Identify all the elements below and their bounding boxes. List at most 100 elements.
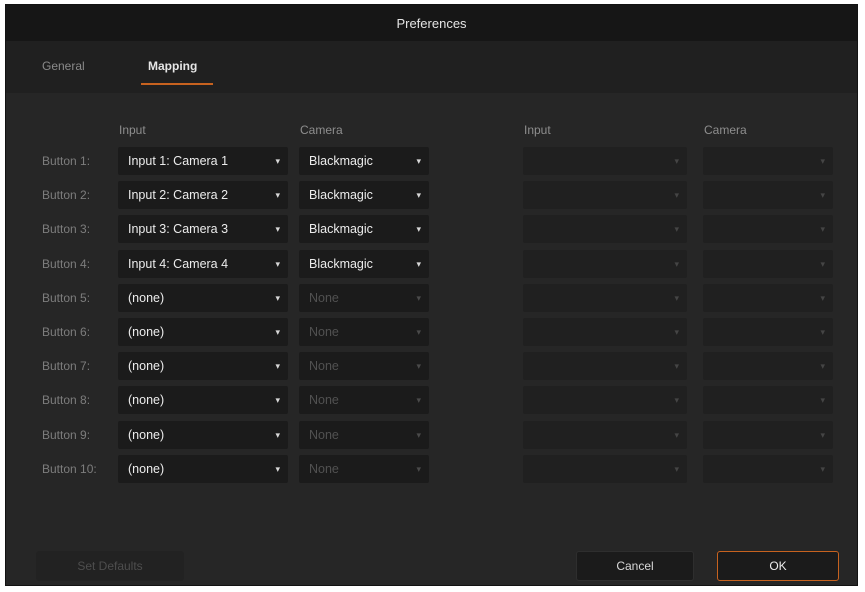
camera-select: None ▾ [299, 386, 429, 414]
input-select-empty: ▾ [523, 181, 687, 209]
row-label: Button 10: [42, 462, 97, 476]
column-header-camera-left: Camera [300, 123, 343, 137]
chevron-down-icon: ▾ [820, 395, 825, 405]
input-select-value: Input 4: Camera 4 [128, 257, 229, 271]
chevron-down-icon: ▾ [820, 156, 825, 166]
camera-select-value: None [309, 291, 339, 305]
chevron-down-icon: ▾ [416, 190, 421, 200]
row-label: Button 7: [42, 359, 91, 373]
chevron-down-icon: ▾ [820, 464, 825, 474]
input-select-value: (none) [128, 428, 165, 442]
chevron-down-icon: ▾ [820, 293, 825, 303]
input-select[interactable]: (none) ▾ [118, 352, 288, 380]
active-tab-indicator [141, 83, 213, 85]
input-select-empty: ▾ [523, 455, 687, 483]
input-select[interactable]: Input 1: Camera 1 ▾ [118, 147, 288, 175]
camera-select-empty: ▾ [703, 250, 833, 278]
camera-select: None ▾ [299, 284, 429, 312]
chevron-down-icon: ▾ [275, 464, 280, 474]
row-label: Button 1: [42, 154, 91, 168]
chevron-down-icon: ▾ [416, 327, 421, 337]
chevron-down-icon: ▾ [416, 293, 421, 303]
input-select-empty: ▾ [523, 421, 687, 449]
camera-select[interactable]: Blackmagic ▾ [299, 181, 429, 209]
cancel-button[interactable]: Cancel [576, 551, 694, 581]
input-select-empty: ▾ [523, 250, 687, 278]
input-select[interactable]: Input 2: Camera 2 ▾ [118, 181, 288, 209]
chevron-down-icon: ▾ [674, 464, 679, 474]
input-select-empty: ▾ [523, 386, 687, 414]
chevron-down-icon: ▾ [820, 361, 825, 371]
input-select-value: Input 2: Camera 2 [128, 188, 229, 202]
camera-select-empty: ▾ [703, 352, 833, 380]
chevron-down-icon: ▾ [820, 259, 825, 269]
input-select-value: (none) [128, 393, 165, 407]
camera-select-empty: ▾ [703, 386, 833, 414]
tab-general[interactable]: General [42, 59, 85, 73]
input-select-value: Input 1: Camera 1 [128, 154, 229, 168]
chevron-down-icon: ▾ [275, 190, 280, 200]
camera-select-empty: ▾ [703, 455, 833, 483]
camera-select[interactable]: Blackmagic ▾ [299, 147, 429, 175]
input-select-empty: ▾ [523, 284, 687, 312]
camera-select[interactable]: Blackmagic ▾ [299, 250, 429, 278]
camera-select-empty: ▾ [703, 181, 833, 209]
input-select-value: (none) [128, 462, 165, 476]
camera-select-empty: ▾ [703, 421, 833, 449]
column-header-camera-right: Camera [704, 123, 747, 137]
input-select[interactable]: (none) ▾ [118, 284, 288, 312]
input-select-empty: ▾ [523, 318, 687, 346]
input-select[interactable]: Input 3: Camera 3 ▾ [118, 215, 288, 243]
camera-select-value: Blackmagic [309, 257, 373, 271]
row-label: Button 5: [42, 291, 91, 305]
chevron-down-icon: ▾ [275, 293, 280, 303]
chevron-down-icon: ▾ [674, 293, 679, 303]
chevron-down-icon: ▾ [416, 224, 421, 234]
input-select-empty: ▾ [523, 147, 687, 175]
input-select-empty: ▾ [523, 352, 687, 380]
camera-select-value: Blackmagic [309, 188, 373, 202]
input-select-value: (none) [128, 359, 165, 373]
chevron-down-icon: ▾ [275, 224, 280, 234]
chevron-down-icon: ▾ [820, 430, 825, 440]
set-defaults-button[interactable]: Set Defaults [36, 551, 184, 581]
input-select[interactable]: (none) ▾ [118, 421, 288, 449]
chevron-down-icon: ▾ [275, 395, 280, 405]
camera-select-value: None [309, 462, 339, 476]
input-select-empty: ▾ [523, 215, 687, 243]
chevron-down-icon: ▾ [674, 190, 679, 200]
camera-select: None ▾ [299, 455, 429, 483]
ok-button[interactable]: OK [717, 551, 839, 581]
chevron-down-icon: ▾ [674, 224, 679, 234]
row-label: Button 9: [42, 428, 91, 442]
camera-select: None ▾ [299, 421, 429, 449]
camera-select-value: None [309, 393, 339, 407]
chevron-down-icon: ▾ [275, 327, 280, 337]
chevron-down-icon: ▾ [674, 395, 679, 405]
input-select[interactable]: (none) ▾ [118, 455, 288, 483]
chevron-down-icon: ▾ [416, 361, 421, 371]
chevron-down-icon: ▾ [416, 259, 421, 269]
chevron-down-icon: ▾ [275, 156, 280, 166]
input-select-value: Input 3: Camera 3 [128, 222, 229, 236]
camera-select: None ▾ [299, 352, 429, 380]
camera-select-value: Blackmagic [309, 222, 373, 236]
chevron-down-icon: ▾ [674, 327, 679, 337]
chevron-down-icon: ▾ [820, 327, 825, 337]
chevron-down-icon: ▾ [416, 430, 421, 440]
tab-bar: General Mapping [6, 41, 857, 93]
input-select-value: (none) [128, 291, 165, 305]
input-select[interactable]: Input 4: Camera 4 ▾ [118, 250, 288, 278]
camera-select: None ▾ [299, 318, 429, 346]
input-select[interactable]: (none) ▾ [118, 386, 288, 414]
chevron-down-icon: ▾ [416, 464, 421, 474]
chevron-down-icon: ▾ [416, 156, 421, 166]
chevron-down-icon: ▾ [674, 361, 679, 371]
camera-select-empty: ▾ [703, 147, 833, 175]
chevron-down-icon: ▾ [674, 430, 679, 440]
chevron-down-icon: ▾ [275, 361, 280, 371]
tab-mapping[interactable]: Mapping [148, 59, 197, 73]
camera-select[interactable]: Blackmagic ▾ [299, 215, 429, 243]
window-titlebar: Preferences [6, 5, 857, 41]
input-select[interactable]: (none) ▾ [118, 318, 288, 346]
